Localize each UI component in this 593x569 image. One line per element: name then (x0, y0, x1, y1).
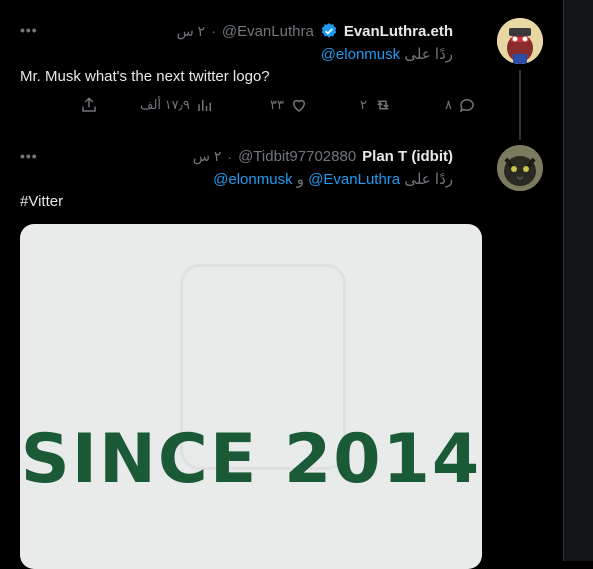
separator-dot: · (211, 23, 216, 39)
reply-button[interactable]: ٨ (445, 96, 476, 114)
tweet1-header: ٢ س · @EvanLuthra EvanLuthra.eth (177, 22, 453, 40)
likes-count: ٣٣ (270, 97, 284, 112)
tweet2-display-name[interactable]: Plan T (idbit) (362, 148, 453, 165)
like-icon (292, 99, 305, 112)
separator-dot: · (227, 148, 233, 165)
tweet1-display-name[interactable]: EvanLuthra.eth (344, 23, 453, 40)
timeline: ••• ٢ س · @EvanLuthra EvanLuthra.eth @el… (0, 0, 563, 569)
retweet-icon (377, 100, 389, 110)
views-icon (198, 99, 211, 111)
image-text: SINCE 2014 (20, 420, 482, 499)
reply-conjunction: و (296, 171, 305, 188)
thread-line (519, 70, 521, 140)
reply-prefix: ردًا على (404, 171, 453, 188)
verified-badge-icon (320, 22, 338, 40)
tweet1-reply-context: @elonmusk ردًا على (321, 45, 453, 63)
tweet1-time[interactable]: ٢ س (177, 23, 206, 40)
more-icon[interactable]: ••• (20, 148, 38, 164)
hashtag-link[interactable]: #Vitter (20, 193, 63, 210)
replies-count: ٨ (445, 97, 452, 112)
reply-mention-elonmusk[interactable]: @elonmusk (321, 46, 400, 63)
reply-prefix: ردًا على (404, 46, 453, 63)
tweet2-handle[interactable]: @Tidbit97702880 (238, 148, 356, 165)
tweet2-reply-context: @elonmusk و @EvanLuthra ردًا على (213, 170, 453, 188)
more-icon[interactable]: ••• (20, 22, 38, 38)
tweet2-time[interactable]: ٢ س (193, 148, 222, 165)
reply-icon (459, 98, 474, 113)
views-count: ١٧٫٩ ألف (140, 97, 190, 112)
share-button[interactable] (80, 96, 98, 114)
like-button[interactable]: ٣٣ (270, 96, 308, 114)
share-icon (82, 97, 96, 112)
tweet1-handle[interactable]: @EvanLuthra (222, 23, 314, 40)
retweet-button[interactable]: ٢ (360, 96, 393, 114)
scrollbar-area[interactable] (563, 0, 593, 561)
reply-mention-elonmusk[interactable]: @elonmusk (213, 171, 292, 188)
tweet1-text: Mr. Musk what's the next twitter logo? (20, 68, 270, 85)
avatar-plan-t[interactable] (497, 145, 543, 191)
views-button[interactable]: ١٧٫٩ ألف (140, 96, 214, 114)
avatar-evanluthra[interactable] (497, 18, 543, 64)
tweet1-actions: ١٧٫٩ ألف ٣٣ ٢ ٨ (80, 96, 490, 122)
tweet2-header: ٢ س · @Tidbit97702880 Plan T (idbit) (193, 148, 453, 165)
reply-mention-evanluthra[interactable]: @EvanLuthra (308, 171, 400, 188)
retweets-count: ٢ (360, 97, 367, 112)
tweet2-image[interactable]: SINCE 2014 (20, 224, 482, 569)
